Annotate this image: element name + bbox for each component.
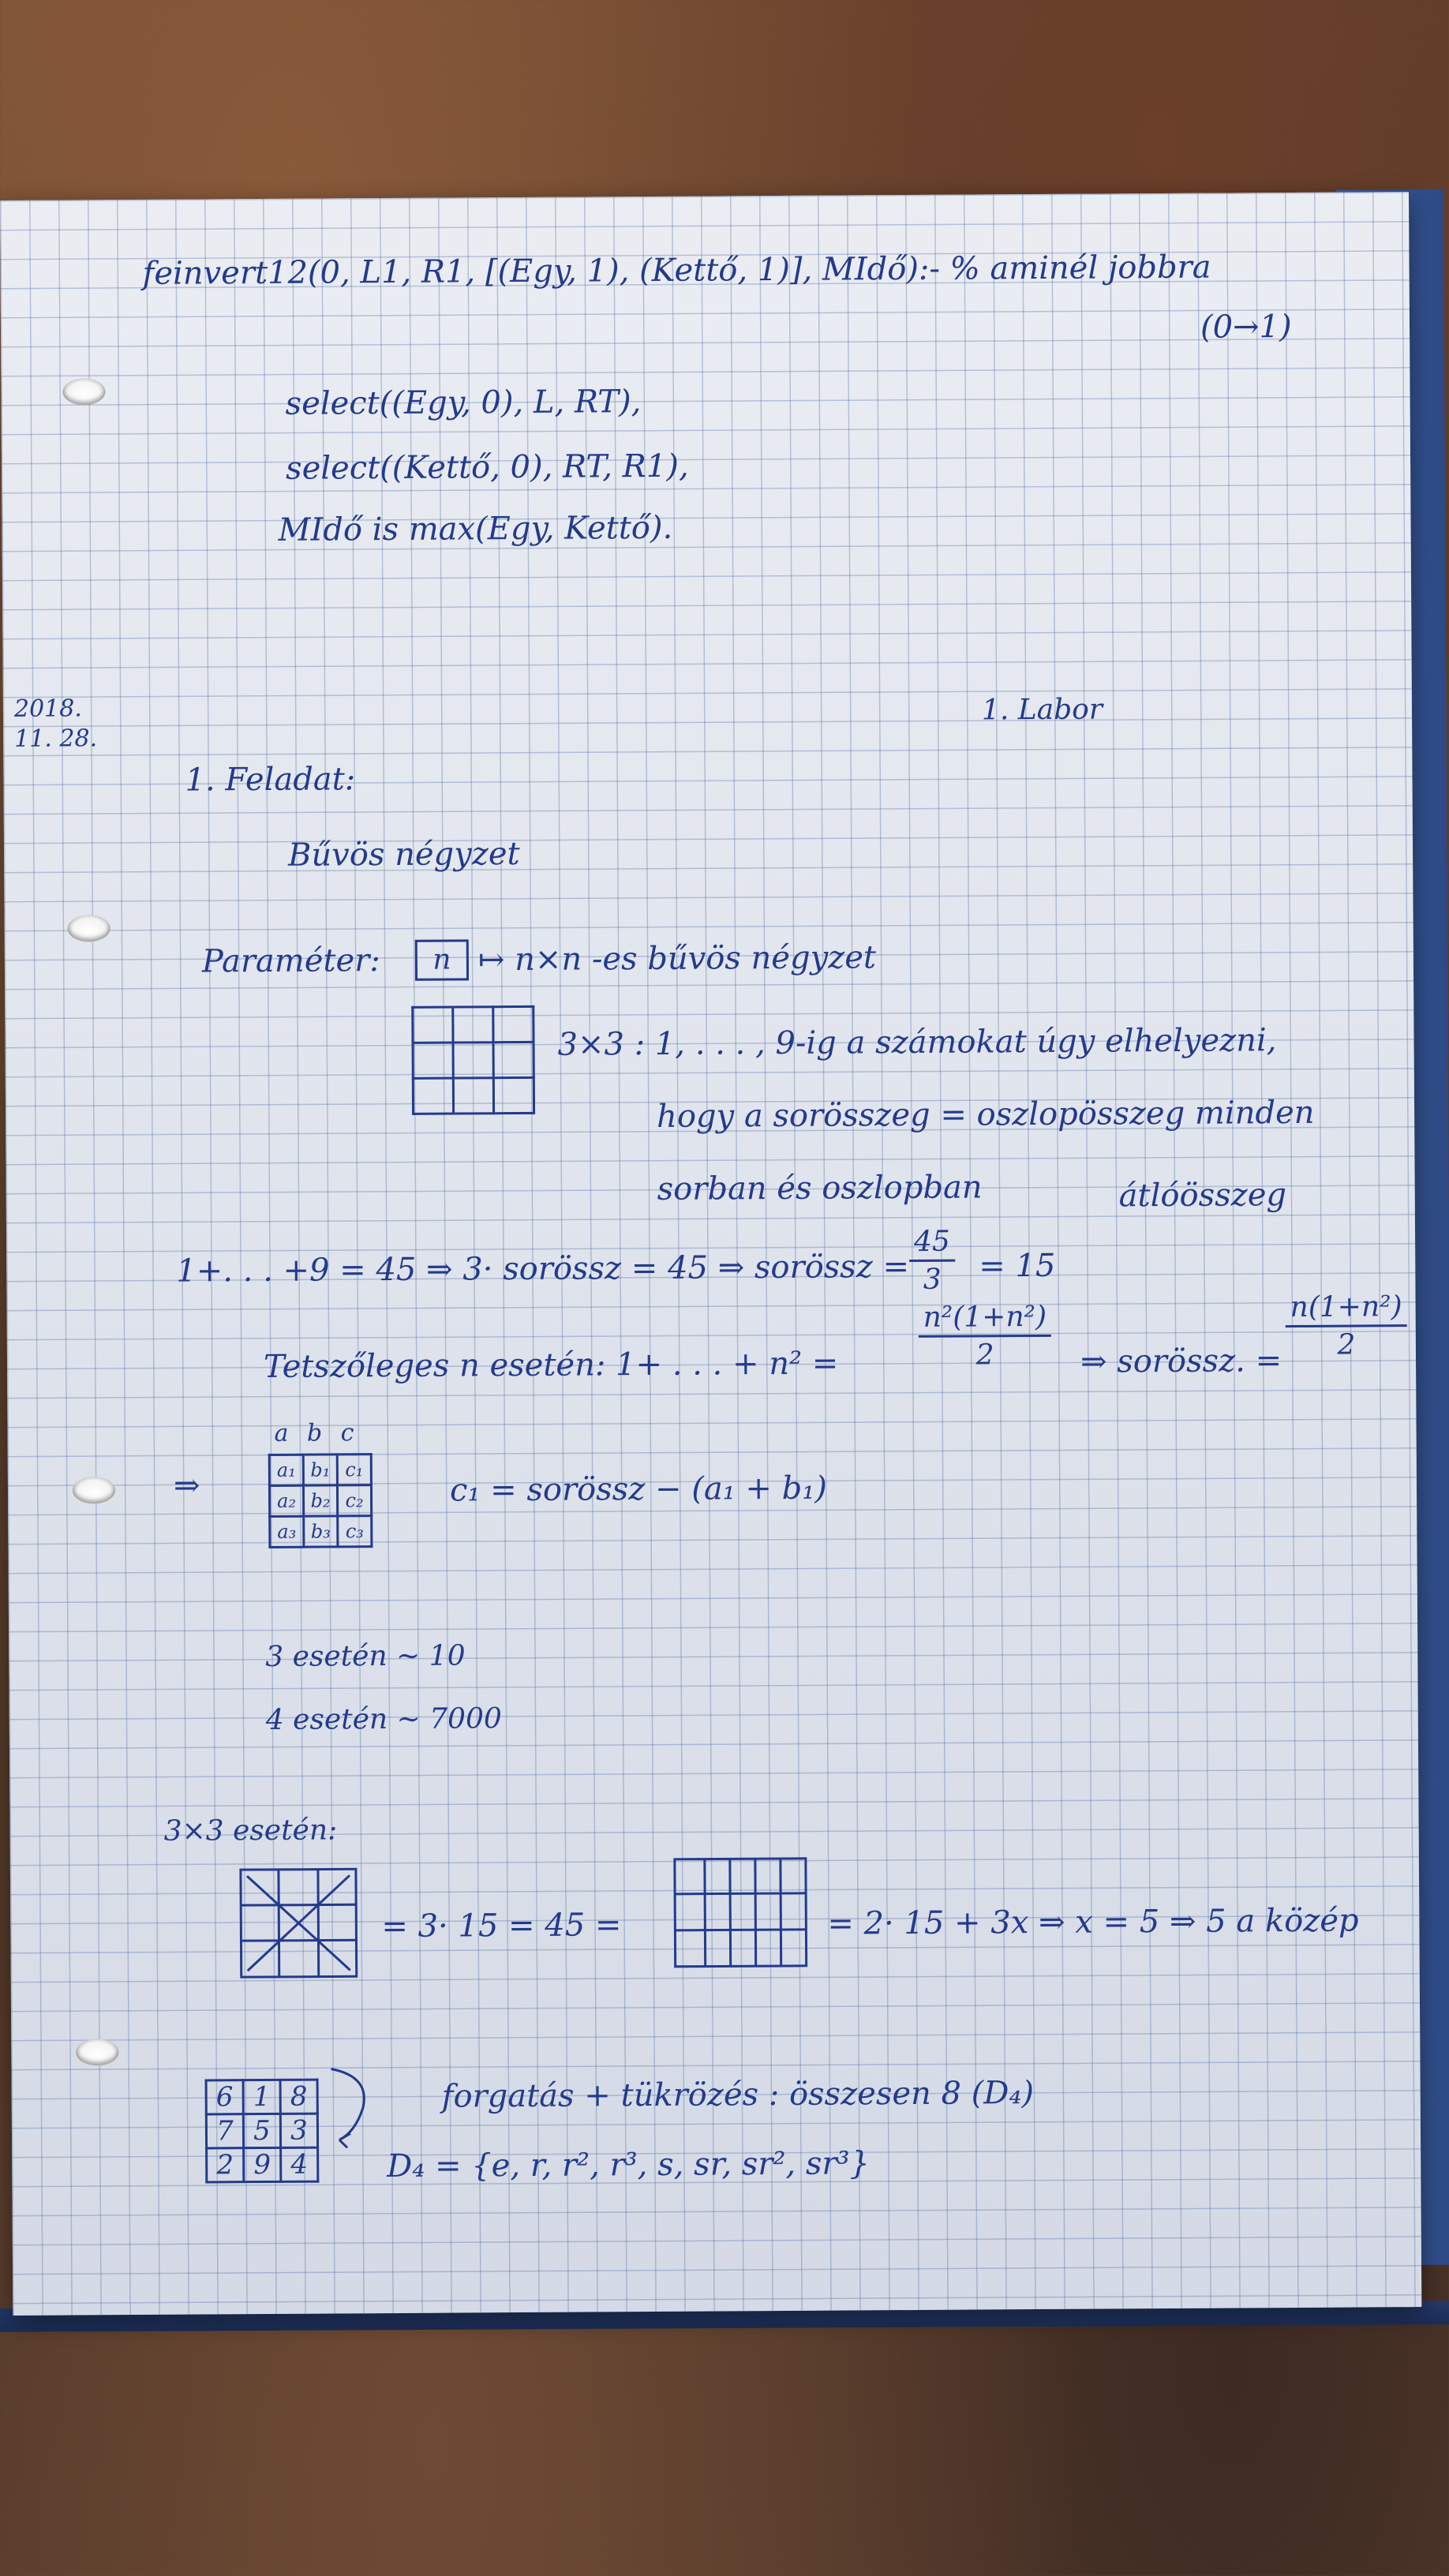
c1-formula: c₁ = sorössz − (a₁ + b₁) [449, 1470, 828, 1509]
date-year: 2018. [13, 695, 82, 723]
sum-result: = 15 [979, 1247, 1056, 1285]
code-line-2: select((Egy, 0), L, RT), [285, 384, 642, 422]
magic-cell: 8 [280, 2080, 318, 2114]
task-title: 1. Feladat: [185, 761, 356, 799]
eq-diag: = 3· 15 = 45 = [381, 1907, 622, 1945]
symmetry-line: forgatás + tükrözés : összesen 8 (D₄) [441, 2075, 1035, 2115]
abc-cell: c₂ [337, 1485, 372, 1516]
magic-cell: 1 [243, 2080, 281, 2114]
punch-hole [76, 2039, 119, 2066]
arrow-sketch [331, 2068, 365, 2149]
abc-cell: b₁ [303, 1454, 338, 1486]
sum-line: 1+. . . +9 = 45 ⇒ 3· sorössz = 45 ⇒ sorö… [176, 1248, 910, 1290]
eq-columns: = 2· 15 + 3x ⇒ x = 5 ⇒ 5 a közép [827, 1902, 1359, 1942]
sum-fraction: 45 3 [908, 1223, 956, 1297]
magic-cell: 5 [243, 2114, 281, 2148]
diagonal-grid-sketch [239, 1867, 358, 1979]
column-grid-sketch [673, 1857, 808, 1968]
param-label: Paraméter: [201, 942, 380, 980]
sum-numerator: 45 [908, 1223, 956, 1262]
magic-cell: 2 [206, 2147, 244, 2182]
magic-cell: 9 [243, 2147, 281, 2182]
notebook-page: feinvert12(0, L1, R1, [(Egy, 1), (Kettő,… [0, 192, 1422, 2316]
case-4: 4 esetén ∼ 7000 [265, 1702, 502, 1736]
empty-grid-sketch [411, 1005, 535, 1115]
code-line-1-note: (0→1) [1200, 309, 1292, 346]
abc-cell: b₃ [303, 1515, 338, 1548]
case-3x3-title: 3×3 esetén: [163, 1814, 338, 1848]
abc-cell: c₁ [337, 1454, 372, 1485]
general-denominator-1: 2 [975, 1339, 994, 1372]
abc-cell: c₃ [337, 1515, 372, 1547]
desc-line-3: sorban és oszlopban [657, 1169, 983, 1208]
sum-denominator: 3 [923, 1263, 942, 1296]
magic-cell: 3 [280, 2114, 318, 2148]
desc-line-3b: átlóösszeg [1118, 1177, 1287, 1215]
magic-cell: 7 [206, 2114, 244, 2148]
general-fraction-2: n(1+n²) 2 [1285, 1289, 1407, 1363]
param-n: n [432, 943, 451, 976]
general-numerator-2: n(1+n²) [1285, 1289, 1407, 1328]
param-box: n [414, 939, 470, 981]
magic-cell: 6 [206, 2080, 244, 2114]
general-line: Tetszőleges n esetén: 1+ . . . + n² = [263, 1345, 839, 1385]
code-line-1: feinvert12(0, L1, R1, [(Egy, 1), (Kettő,… [142, 249, 1211, 292]
abc-cell: a₂ [269, 1485, 304, 1517]
punch-hole [72, 1477, 116, 1504]
abc-header: a b c [274, 1419, 354, 1447]
abc-cell: a₃ [269, 1516, 304, 1548]
general-numerator-1: n²(1+n²) [918, 1298, 1052, 1338]
magic-cell: 4 [280, 2147, 318, 2182]
general-fraction-1: n²(1+n²) 2 [918, 1298, 1052, 1373]
desc-line-1: 3×3 : 1, . . . , 9-ig a számokat úgy elh… [557, 1022, 1277, 1063]
code-line-3: select((Kettő, 0), RT, R1), [285, 447, 689, 487]
code-line-4: MIdő is max(Egy, Kettő). [278, 509, 673, 549]
abc-cell: b₂ [303, 1485, 338, 1517]
general-implies: ⇒ sorössz. = [1080, 1342, 1282, 1380]
desc-line-2: hogy a sorösszeg = oszlopösszeg minden [656, 1094, 1315, 1135]
abc-table: a₁ b₁ c₁ a₂ b₂ c₂ a₃ b₃ c₃ [268, 1453, 373, 1548]
labor-title: 1. Labor [981, 693, 1103, 727]
date-day: 11. 28. [14, 724, 98, 753]
param-desc: ↦ n×n -es bűvös négyzet [477, 939, 877, 979]
d4-line: D₄ = {e, r, r², r³, s, sr, sr², sr³} [387, 2145, 871, 2185]
punch-hole [67, 915, 110, 942]
task-subtitle: Bűvös négyzet [287, 835, 520, 874]
punch-hole [62, 378, 106, 406]
general-denominator-2: 2 [1337, 1328, 1356, 1361]
magic-square: 618 753 294 [205, 2079, 320, 2184]
case-3: 3 esetén ∼ 10 [265, 1639, 466, 1673]
implies-arrow: ⇒ [173, 1467, 200, 1504]
abc-cell: a₁ [269, 1455, 304, 1486]
